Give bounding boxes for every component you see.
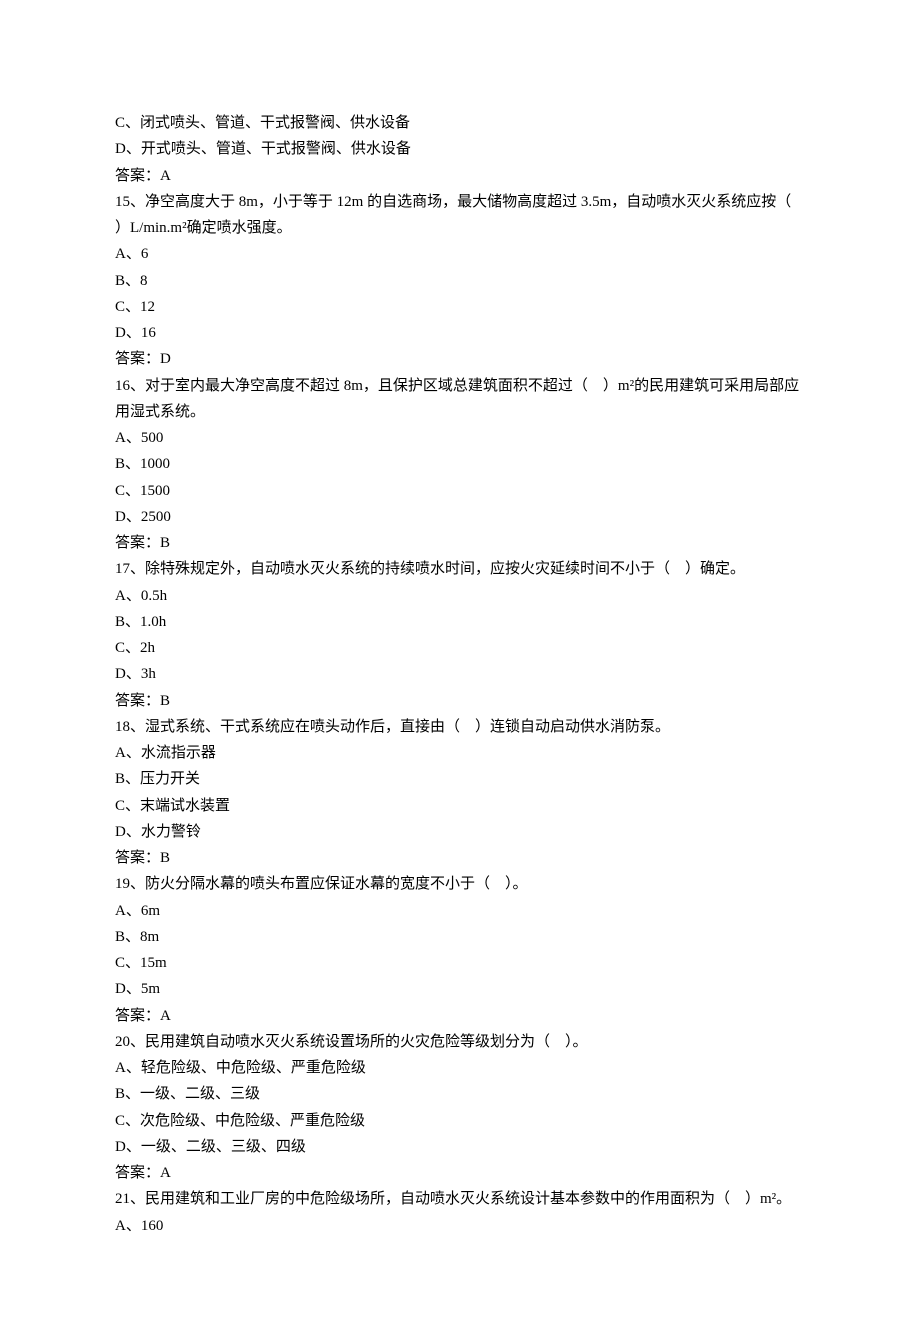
line-1: D、开式喷头、管道、干式报警阀、供水设备 (115, 136, 805, 162)
line-7: D、16 (115, 320, 805, 346)
line-35: B、一级、二级、三级 (115, 1081, 805, 1107)
line-25: D、水力警铃 (115, 819, 805, 845)
line-14: 答案：B (115, 530, 805, 556)
line-38: 答案：A (115, 1160, 805, 1186)
line-39: 21、民用建筑和工业厂房的中危险级场所，自动喷水灭火系统设计基本参数中的作用面积… (115, 1186, 805, 1212)
line-31: D、5m (115, 976, 805, 1002)
line-36: C、次危险级、中危险级、严重危险级 (115, 1108, 805, 1134)
line-32: 答案：A (115, 1003, 805, 1029)
line-37: D、一级、二级、三级、四级 (115, 1134, 805, 1160)
line-19: D、3h (115, 661, 805, 687)
line-30: C、15m (115, 950, 805, 976)
line-33: 20、民用建筑自动喷水灭火系统设置场所的火灾危险等级划分为（ ）。 (115, 1029, 805, 1055)
line-17: B、1.0h (115, 609, 805, 635)
line-26: 答案：B (115, 845, 805, 871)
line-9: 16、对于室内最大净空高度不超过 8m，且保护区域总建筑面积不超过（ ）m²的民… (115, 373, 805, 426)
line-21: 18、湿式系统、干式系统应在喷头动作后，直接由（ ）连锁自动启动供水消防泵。 (115, 714, 805, 740)
line-24: C、末端试水装置 (115, 793, 805, 819)
line-34: A、轻危险级、中危险级、严重危险级 (115, 1055, 805, 1081)
line-11: B、1000 (115, 451, 805, 477)
line-10: A、500 (115, 425, 805, 451)
line-6: C、12 (115, 294, 805, 320)
line-18: C、2h (115, 635, 805, 661)
line-23: B、压力开关 (115, 766, 805, 792)
line-16: A、0.5h (115, 583, 805, 609)
line-28: A、6m (115, 898, 805, 924)
line-27: 19、防火分隔水幕的喷头布置应保证水幕的宽度不小于（ ）。 (115, 871, 805, 897)
line-0: C、闭式喷头、管道、干式报警阀、供水设备 (115, 110, 805, 136)
line-15: 17、除特殊规定外，自动喷水灭火系统的持续喷水时间，应按火灾延续时间不小于（ ）… (115, 556, 805, 582)
line-22: A、水流指示器 (115, 740, 805, 766)
line-3: 15、净空高度大于 8m，小于等于 12m 的自选商场，最大储物高度超过 3.5… (115, 189, 805, 242)
line-29: B、8m (115, 924, 805, 950)
line-40: A、160 (115, 1213, 805, 1239)
line-20: 答案：B (115, 688, 805, 714)
line-12: C、1500 (115, 478, 805, 504)
line-4: A、6 (115, 241, 805, 267)
line-2: 答案：A (115, 163, 805, 189)
line-8: 答案：D (115, 346, 805, 372)
line-13: D、2500 (115, 504, 805, 530)
line-5: B、8 (115, 268, 805, 294)
